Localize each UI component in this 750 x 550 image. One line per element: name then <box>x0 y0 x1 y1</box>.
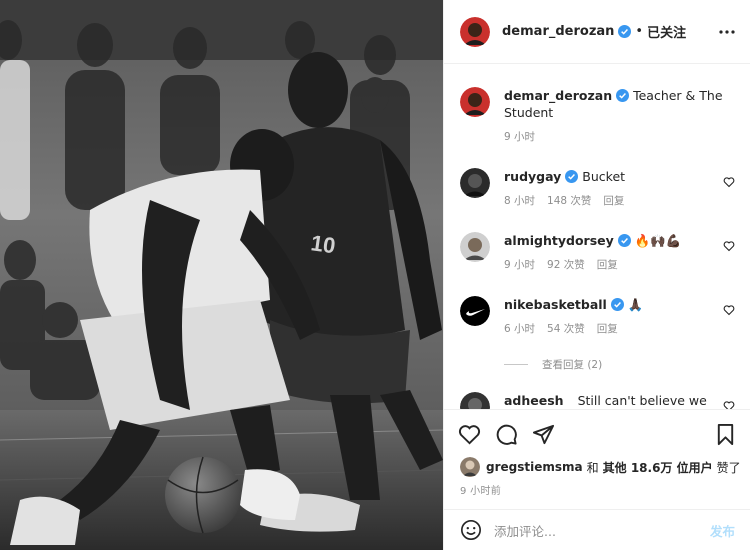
comment-text: 🔥🙌🏿💪🏿 <box>634 233 682 248</box>
caption-avatar[interactable] <box>460 87 490 117</box>
comment-username[interactable]: nikebasketball <box>504 297 607 312</box>
likes-connector: 和 <box>586 460 599 475</box>
heart-icon[interactable] <box>723 176 735 188</box>
add-comment-bar: 添加评论... 发布 <box>444 509 750 550</box>
post-actions: gregstiemsma 和 其他 18.6万 位用户 赞了 9 小时前 <box>444 409 750 509</box>
heart-icon[interactable] <box>458 423 481 446</box>
more-options-icon[interactable] <box>719 24 735 40</box>
view-replies-label: 查看回复 (2) <box>542 359 603 371</box>
comment-username[interactable]: almightydorsey <box>504 233 614 248</box>
jersey-number: 10 <box>309 230 337 258</box>
comment-input[interactable]: 添加评论... <box>494 521 710 540</box>
caption-username[interactable]: demar_derozan <box>504 88 612 103</box>
emoji-icon[interactable] <box>460 519 482 541</box>
comment-avatar[interactable] <box>460 168 490 198</box>
comment-icon[interactable] <box>495 423 518 446</box>
post-comment-button[interactable]: 发布 <box>710 521 735 540</box>
comment-time[interactable]: 9 小时 <box>504 257 535 272</box>
comment-avatar[interactable] <box>460 296 490 326</box>
author-username[interactable]: demar_derozan <box>502 24 614 39</box>
comments-list[interactable]: demar_derozan Teacher & The Student 9 小时… <box>444 64 750 409</box>
comment-likes[interactable]: 148 次赞 <box>547 193 591 208</box>
comment-avatar[interactable] <box>460 232 490 262</box>
heart-icon[interactable] <box>723 400 735 409</box>
comment-item: nikebasketball 🙏🏿 6 小时 54 次赞 回复 <box>460 296 735 336</box>
reply-button[interactable]: 回复 <box>597 321 618 336</box>
view-replies-button[interactable]: 查看回复 (2) <box>504 357 602 372</box>
verified-badge-icon <box>565 170 579 183</box>
comment-likes[interactable]: 54 次赞 <box>547 321 585 336</box>
heart-icon[interactable] <box>723 240 735 252</box>
post-timestamp[interactable]: 9 小时前 <box>460 482 501 497</box>
post-panel: demar_derozan • 已关注 demar_derozan Teache… <box>443 0 750 550</box>
comment-likes[interactable]: 92 次赞 <box>547 257 585 272</box>
bookmark-icon[interactable] <box>714 423 737 446</box>
share-icon[interactable] <box>532 423 555 446</box>
author-avatar[interactable] <box>460 16 490 47</box>
verified-badge-icon <box>610 298 624 311</box>
verified-badge-icon <box>618 25 632 38</box>
comment-time[interactable]: 8 小时 <box>504 193 535 208</box>
comment-item: almightydorsey 🔥🙌🏿💪🏿 9 小时 92 次赞 回复 <box>460 232 735 272</box>
comment-username[interactable]: rudygay <box>504 169 561 184</box>
likes-others[interactable]: 其他 18.6万 位用户 <box>603 459 713 476</box>
caption: demar_derozan Teacher & The Student 9 小时 <box>460 87 735 144</box>
comment-time[interactable]: 6 小时 <box>504 321 535 336</box>
caption-text: demar_derozan Teacher & The Student <box>504 87 724 121</box>
liker-username[interactable]: gregstiemsma <box>486 460 583 474</box>
verified-badge-icon <box>617 234 631 247</box>
nike-swoosh-icon <box>460 296 490 326</box>
reply-button[interactable]: 回复 <box>603 193 624 208</box>
comment-text: 🙏🏿 <box>627 297 644 312</box>
follow-status-button[interactable]: 已关注 <box>647 22 686 41</box>
post-header: demar_derozan • 已关注 <box>444 0 750 64</box>
caption-time[interactable]: 9 小时 <box>504 129 535 144</box>
comment-text: Still can't believe we <box>577 393 707 408</box>
basketball-photo: 10 <box>0 0 443 550</box>
header-separator: • <box>635 24 644 39</box>
likes-summary: gregstiemsma 和 其他 18.6万 位用户 赞了 <box>460 457 741 477</box>
comment-text: Bucket <box>582 169 626 184</box>
comment-username[interactable]: adheesh <box>504 393 564 408</box>
verified-badge-icon <box>616 89 630 102</box>
heart-icon[interactable] <box>723 304 735 316</box>
reply-button[interactable]: 回复 <box>597 257 618 272</box>
replies-divider <box>504 364 528 365</box>
likes-suffix: 赞了 <box>716 460 741 475</box>
comment-item: adheesh Still can't believe we <box>460 392 735 409</box>
comment-item: rudygay Bucket 8 小时 148 次赞 回复 <box>460 168 735 208</box>
liker-avatar[interactable] <box>460 457 480 477</box>
post-photo[interactable]: 10 <box>0 0 443 550</box>
comment-avatar[interactable] <box>460 392 490 409</box>
